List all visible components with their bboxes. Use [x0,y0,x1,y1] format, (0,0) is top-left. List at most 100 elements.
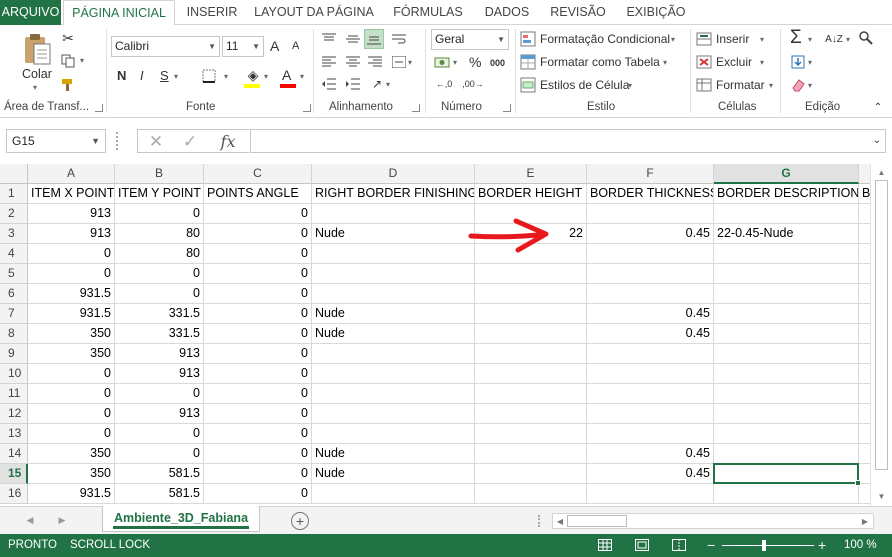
merge-center-icon[interactable] [390,55,408,69]
cell-b12[interactable]: 913 [115,404,204,424]
cell-a9[interactable]: 350 [28,344,115,364]
font-color-dropdown-icon[interactable]: ▾ [300,72,304,81]
copy-dropdown-icon[interactable]: ▾ [80,56,84,65]
cell-a16[interactable]: 931.5 [28,484,115,504]
fill-dropdown-icon[interactable]: ▾ [808,58,812,67]
cell-c1[interactable]: POINTS ANGLE [204,184,312,204]
cell-d6[interactable] [312,284,475,304]
decrease-decimal-icon[interactable]: ,00→ [462,77,484,91]
zoom-slider-track[interactable] [722,545,814,546]
column-header-b[interactable]: B [115,164,204,184]
paste-icon[interactable] [20,31,54,67]
cell-h8[interactable] [859,324,870,344]
worksheet-grid[interactable]: ABCDEFGH1ITEM X POINTITEM Y POINTPOINTS … [0,164,870,506]
column-header-c[interactable]: C [204,164,312,184]
cell-f2[interactable] [587,204,714,224]
cell-f6[interactable] [587,284,714,304]
conditional-format-dropdown-icon[interactable]: ▾ [671,35,675,44]
autosum-dropdown-icon[interactable]: ▾ [808,35,812,44]
cell-d12[interactable] [312,404,475,424]
underline-button[interactable]: S [160,68,169,83]
underline-dropdown-icon[interactable]: ▾ [174,72,178,81]
tab-review[interactable]: REVISÃO [546,0,610,25]
cell-d2[interactable] [312,204,475,224]
cell-e7[interactable] [475,304,587,324]
cell-c5[interactable]: 0 [204,264,312,284]
cell-f10[interactable] [587,364,714,384]
add-sheet-icon[interactable]: + [291,512,309,530]
cell-e1[interactable]: BORDER HEIGHT [475,184,587,204]
cell-h2[interactable] [859,204,870,224]
cell-f4[interactable] [587,244,714,264]
cell-g4[interactable] [714,244,859,264]
format-painter-icon[interactable] [60,77,76,93]
cell-d4[interactable] [312,244,475,264]
align-center-icon[interactable] [344,55,362,69]
cell-a8[interactable]: 350 [28,324,115,344]
sort-filter-dropdown-icon[interactable]: ▾ [846,35,850,44]
select-all-corner[interactable] [0,164,28,184]
cell-e14[interactable] [475,444,587,464]
row-header-12[interactable]: 12 [0,404,28,424]
cell-g15[interactable] [714,464,859,484]
borders-icon[interactable] [200,67,218,85]
clear-dropdown-icon[interactable]: ▾ [808,81,812,90]
cell-f9[interactable] [587,344,714,364]
cell-c15[interactable]: 0 [204,464,312,484]
cell-h3[interactable] [859,224,870,244]
prev-sheet-icon[interactable]: ◀ [24,513,36,527]
column-header-d[interactable]: D [312,164,475,184]
orientation-dropdown-icon[interactable]: ▾ [386,80,390,89]
cell-e5[interactable] [475,264,587,284]
comma-style-button[interactable]: 000 [490,58,505,68]
cell-e6[interactable] [475,284,587,304]
zoom-slider-thumb[interactable] [762,540,766,551]
tab-page-layout[interactable]: LAYOUT DA PÁGINA [252,0,376,25]
align-top-icon[interactable] [320,32,338,46]
format-table-dropdown-icon[interactable]: ▾ [663,58,667,67]
scroll-up-icon[interactable]: ▲ [875,166,888,178]
cell-h14[interactable] [859,444,870,464]
row-header-1[interactable]: 1 [0,184,28,204]
cell-g6[interactable] [714,284,859,304]
sort-filter-icon[interactable]: A↓Z [824,31,844,47]
decrease-indent-icon[interactable] [320,77,338,91]
cell-d3[interactable]: Nude [312,224,475,244]
font-name-dropdown[interactable]: Calibri ▼ [111,36,220,57]
column-header-g[interactable]: G [714,164,859,184]
delete-button[interactable]: Excluir [716,55,752,69]
percent-button[interactable]: % [469,54,481,70]
cell-a5[interactable]: 0 [28,264,115,284]
row-header-9[interactable]: 9 [0,344,28,364]
cell-e9[interactable] [475,344,587,364]
cell-c4[interactable]: 0 [204,244,312,264]
cell-a11[interactable]: 0 [28,384,115,404]
insert-dropdown-icon[interactable]: ▾ [760,35,764,44]
cell-a10[interactable]: 0 [28,364,115,384]
cell-g9[interactable] [714,344,859,364]
cell-b14[interactable]: 0 [115,444,204,464]
cell-b6[interactable]: 0 [115,284,204,304]
normal-view-icon[interactable] [598,539,612,551]
format-dropdown-icon[interactable]: ▾ [769,81,773,90]
cell-a13[interactable]: 0 [28,424,115,444]
cell-g2[interactable] [714,204,859,224]
name-box[interactable]: G15 ▼ [6,129,106,153]
row-header-5[interactable]: 5 [0,264,28,284]
row-header-10[interactable]: 10 [0,364,28,384]
cell-d9[interactable] [312,344,475,364]
cell-c16[interactable]: 0 [204,484,312,504]
delete-dropdown-icon[interactable]: ▾ [760,58,764,67]
cell-c11[interactable]: 0 [204,384,312,404]
cell-b7[interactable]: 331.5 [115,304,204,324]
cell-styles-dropdown-icon[interactable]: ▾ [628,81,632,90]
delete-cells-icon[interactable] [696,54,712,70]
cell-b16[interactable]: 581.5 [115,484,204,504]
cell-a15[interactable]: 350 [28,464,115,484]
increase-decimal-icon[interactable]: ←,0 [433,77,455,91]
cell-h13[interactable] [859,424,870,444]
column-header-h[interactable]: H [859,164,870,184]
cell-g7[interactable] [714,304,859,324]
cell-a2[interactable]: 913 [28,204,115,224]
cell-g14[interactable] [714,444,859,464]
